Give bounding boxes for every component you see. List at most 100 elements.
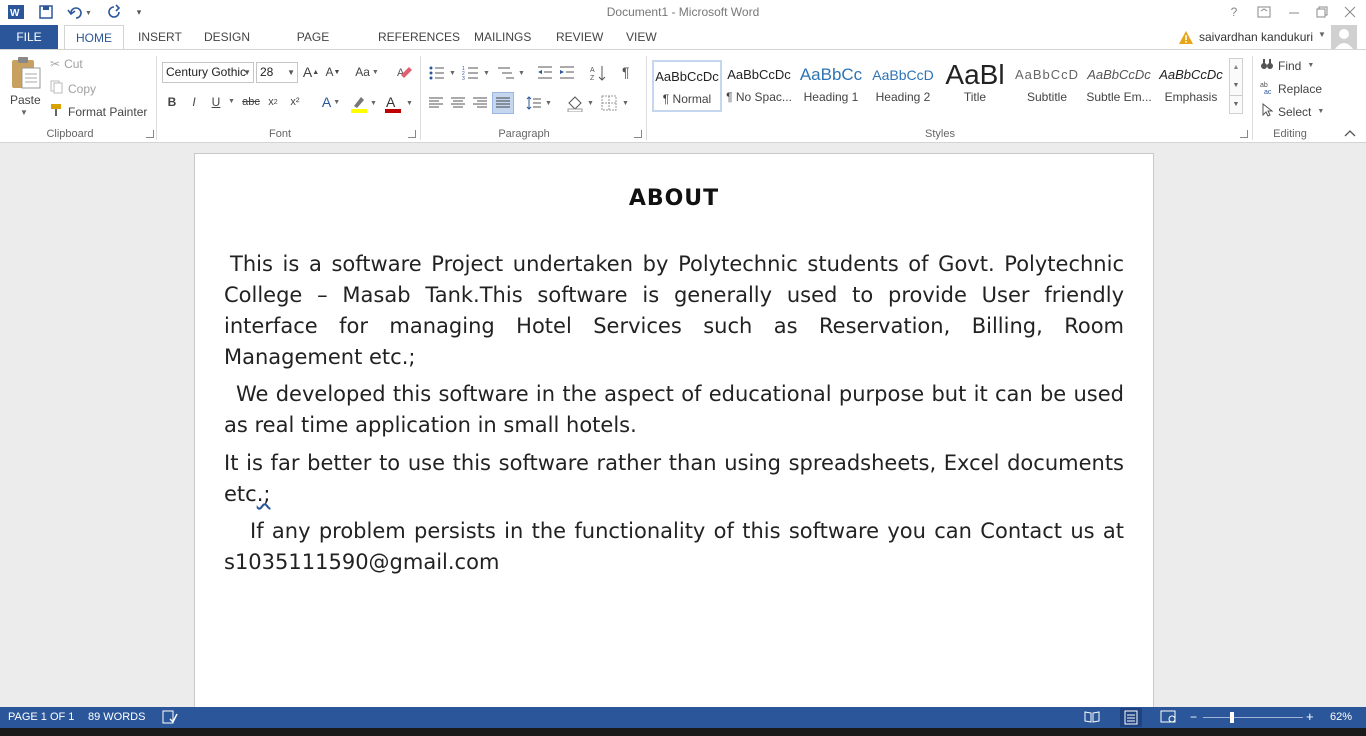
underline-button[interactable]: U — [208, 92, 224, 112]
zoom-slider[interactable] — [1203, 717, 1303, 718]
document-area[interactable]: ABOUT This is a software Project underta… — [0, 143, 1366, 707]
tab-home[interactable]: HOME — [64, 25, 124, 50]
font-family-combo[interactable]: Century Gothic ▼ — [162, 62, 254, 83]
strikethrough-button[interactable]: abc — [240, 92, 262, 112]
ribbon-display-options-icon[interactable] — [1254, 3, 1274, 21]
read-mode-icon[interactable] — [1084, 710, 1100, 724]
line-spacing-icon[interactable]: ▼ — [526, 95, 552, 111]
align-left-icon[interactable] — [428, 95, 444, 111]
restore-icon[interactable] — [1312, 3, 1332, 21]
tab-mailings[interactable]: MAILINGS — [468, 25, 536, 49]
word-count[interactable]: 89 WORDS — [88, 707, 145, 728]
clipboard-group-label: Clipboard — [46, 128, 94, 140]
font-size-chevron-icon[interactable]: ▼ — [287, 63, 295, 82]
style-subtle-emphasis[interactable]: AaBbCcDc Subtle Em... — [1084, 60, 1154, 112]
paste-icon[interactable] — [8, 56, 42, 90]
tab-file[interactable]: FILE — [0, 25, 58, 49]
select-label: Select — [1278, 104, 1312, 119]
style-subtitle[interactable]: AaBbCcD Subtitle — [1012, 60, 1082, 112]
clipboard-launcher-icon[interactable] — [146, 130, 154, 138]
scissors-icon: ✂ — [50, 57, 61, 71]
numbering-icon[interactable]: 1 2 3 ▼ — [462, 64, 492, 82]
minimize-icon[interactable] — [1284, 3, 1304, 21]
document-page[interactable]: ABOUT This is a software Project underta… — [194, 153, 1154, 707]
decrease-indent-icon[interactable] — [536, 64, 554, 82]
increase-indent-icon[interactable] — [558, 64, 576, 82]
zoom-level[interactable]: 62% — [1330, 707, 1352, 728]
styles-scroll[interactable]: ▲ ▼ ▼ — [1229, 58, 1243, 114]
paragraph-launcher-icon[interactable] — [634, 130, 642, 138]
font-launcher-icon[interactable] — [408, 130, 416, 138]
proofing-icon[interactable] — [162, 710, 178, 724]
show-formatting-icon[interactable]: ¶ — [622, 64, 636, 82]
tab-insert[interactable]: INSERT — [132, 25, 184, 49]
svg-text:▼: ▼ — [449, 70, 456, 77]
italic-button[interactable]: I — [186, 92, 202, 112]
help-icon[interactable]: ? — [1226, 3, 1242, 21]
collapse-ribbon-icon[interactable] — [1344, 128, 1356, 141]
superscript-button[interactable]: x² — [286, 92, 304, 112]
avatar[interactable] — [1331, 25, 1357, 49]
align-center-icon[interactable] — [450, 95, 466, 111]
print-layout-icon[interactable] — [1120, 708, 1142, 727]
paragraph-4[interactable]: If any problem persists in the functiona… — [224, 516, 1124, 578]
style-heading-1[interactable]: AaBbCc Heading 1 — [796, 60, 866, 112]
style-no-spacing[interactable]: AaBbCcDc ¶ No Spac... — [724, 60, 794, 112]
styles-up-icon[interactable]: ▲ — [1230, 59, 1242, 77]
zoom-in-icon[interactable]: + — [1306, 709, 1314, 724]
zoom-slider-thumb[interactable] — [1230, 712, 1234, 723]
style-sample: AaBbCcDc — [1087, 67, 1151, 82]
align-right-icon[interactable] — [472, 95, 488, 111]
tab-page-layout[interactable]: PAGE LAYOUT — [268, 25, 358, 68]
grow-font-button[interactable]: A ▲ — [302, 62, 320, 82]
style-heading-2[interactable]: AaBbCcD Heading 2 — [868, 60, 938, 112]
justify-icon[interactable] — [492, 92, 514, 114]
cut-button[interactable]: ✂ Cut — [50, 57, 83, 71]
style-normal[interactable]: AaBbCcDc ¶ Normal — [652, 60, 722, 112]
paste-chevron-icon[interactable]: ▼ — [20, 108, 28, 117]
text-effects-button[interactable]: A ▼ — [318, 92, 344, 112]
paragraph-3[interactable]: It is far better to use this software ra… — [224, 448, 1124, 510]
font-family-chevron-icon[interactable]: ▼ — [243, 63, 251, 82]
tab-review[interactable]: REVIEW — [550, 25, 606, 49]
user-menu-chevron-icon[interactable]: ▼ — [1318, 30, 1326, 39]
document-heading[interactable]: ABOUT — [195, 186, 1153, 211]
style-emphasis[interactable]: AaBbCcDc Emphasis — [1156, 60, 1226, 112]
tab-design[interactable]: DESIGN — [198, 25, 254, 49]
font-size-combo[interactable]: 28 ▼ — [256, 62, 298, 83]
borders-icon[interactable]: ▼ — [600, 94, 630, 112]
format-painter-button[interactable]: Format Painter — [50, 103, 147, 120]
clear-formatting-icon[interactable]: A — [394, 62, 416, 82]
tab-view[interactable]: VIEW — [620, 25, 660, 49]
svg-text:ac: ac — [1264, 89, 1272, 94]
style-title[interactable]: AaBl Title — [940, 60, 1010, 112]
replace-button[interactable]: ab ac Replace — [1260, 80, 1322, 97]
underline-chevron-icon[interactable]: ▼ — [228, 98, 235, 105]
bold-button[interactable]: B — [164, 92, 180, 112]
grammar-flag[interactable]: .; — [257, 482, 271, 506]
styles-launcher-icon[interactable] — [1240, 130, 1248, 138]
shrink-font-button[interactable]: A ▼ — [324, 62, 342, 82]
find-button[interactable]: Find ▼ — [1260, 57, 1314, 74]
bullets-icon[interactable]: ▼ — [428, 64, 458, 82]
tab-references[interactable]: REFERENCES — [372, 25, 460, 49]
styles-more-icon[interactable]: ▼ — [1230, 95, 1242, 113]
paragraph-2[interactable]: We developed this software in the aspect… — [224, 379, 1124, 441]
sort-icon[interactable]: AZ — [590, 64, 608, 82]
copy-button[interactable]: Copy — [50, 80, 96, 97]
styles-down-icon[interactable]: ▼ — [1230, 77, 1242, 95]
page-count[interactable]: PAGE 1 OF 1 — [8, 707, 74, 728]
paragraph-1[interactable]: This is a software Project undertaken by… — [224, 249, 1124, 373]
paste-button[interactable]: Paste — [10, 93, 41, 107]
close-icon[interactable] — [1340, 3, 1360, 21]
font-color-button[interactable]: A ▼ — [384, 94, 414, 114]
multilevel-list-icon[interactable]: ▼ — [496, 64, 526, 82]
shading-icon[interactable]: ▼ — [566, 94, 596, 113]
change-case-button[interactable]: Aa ▼ — [352, 62, 382, 82]
select-button[interactable]: Select ▼ — [1260, 102, 1324, 120]
user-name[interactable]: saivardhan kandukuri — [1199, 30, 1313, 44]
highlight-button[interactable]: ▼ — [350, 94, 378, 114]
zoom-out-icon[interactable]: − — [1190, 710, 1197, 724]
subscript-icon[interactable]: x2 — [264, 92, 282, 112]
web-layout-icon[interactable] — [1160, 710, 1178, 724]
